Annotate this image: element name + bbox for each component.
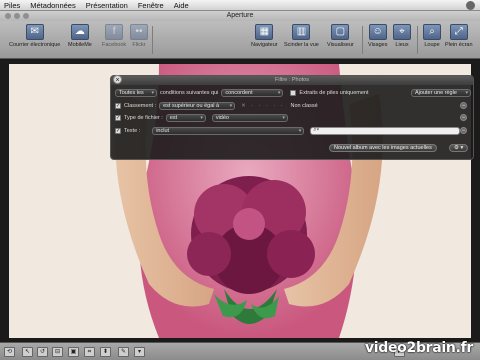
email-button[interactable]: ✉ Courrier électronique xyxy=(9,24,60,48)
conditions-label: conditions suivantes qui xyxy=(160,89,219,96)
toolbar-separator xyxy=(362,26,363,54)
facebook-icon: f xyxy=(105,24,124,40)
text-rule-row: ✓ Texte : inclut ⌕▾ − xyxy=(115,126,471,135)
stack-picks-label: Extraits de piles uniquement xyxy=(299,89,369,96)
places-label: Lieux xyxy=(395,42,409,48)
flickr-icon: •• xyxy=(130,24,148,40)
rotate-left-icon[interactable]: ↺ xyxy=(37,347,48,357)
fullscreen-button[interactable]: ⤢ Plein écran xyxy=(445,24,473,48)
fullscreen-icon: ⤢ xyxy=(449,24,468,40)
viewer-button[interactable]: ▢ Visualiseur xyxy=(327,24,354,48)
lift-stamp-icon[interactable]: ⬍ xyxy=(100,347,111,357)
straighten-icon[interactable]: ⊟ xyxy=(52,347,63,357)
loupe-icon: ⌕ xyxy=(423,24,441,40)
remove-rating-rule-icon[interactable]: − xyxy=(460,102,467,109)
facebook-label: Facebook xyxy=(102,42,127,48)
dropdown-icon[interactable]: ▾ xyxy=(134,347,145,357)
stack-picks-checkbox[interactable] xyxy=(290,89,297,96)
traffic-lights xyxy=(5,13,29,19)
spotlight-icon[interactable] xyxy=(466,1,475,10)
menu-presentation[interactable]: Présentation xyxy=(86,1,128,10)
browser-label: Navigateur xyxy=(251,42,278,48)
faces-label: Visages xyxy=(368,42,388,48)
browser-button[interactable]: ▦ Navigateur xyxy=(251,24,278,48)
rating-checkbox[interactable]: ✓ xyxy=(115,102,121,109)
facebook-button[interactable]: f Facebook xyxy=(102,24,126,48)
rotate-tool-icon[interactable]: ⟲ xyxy=(4,347,15,357)
new-album-button[interactable]: Nouvel album avec les images actuelles xyxy=(329,144,437,152)
toolbar-separator xyxy=(152,26,153,54)
add-rule-select[interactable]: Ajouter une règle xyxy=(411,88,471,97)
split-view-button[interactable]: ▥ Scinder la vue xyxy=(284,24,319,48)
brush-icon[interactable]: ✎ xyxy=(118,347,129,357)
filetype-checkbox[interactable]: ✓ xyxy=(115,114,121,121)
stack-icon[interactable]: ▣ xyxy=(68,347,79,357)
menu-aide[interactable]: Aide xyxy=(174,1,189,10)
filetype-label: Type de fichier : xyxy=(124,114,163,121)
flickr-label: Flickr xyxy=(132,42,146,48)
rating-value-text: Non classé xyxy=(290,102,318,109)
viewer-label: Visualiseur xyxy=(327,42,354,48)
browser-icon: ▦ xyxy=(255,24,274,40)
rating-operator-select[interactable]: est supérieur ou égal à xyxy=(159,101,236,110)
window-titlebar: Aperture xyxy=(0,11,480,21)
minimize-window-icon[interactable] xyxy=(14,13,20,19)
mail-icon: ✉ xyxy=(25,24,44,40)
places-button[interactable]: ⌖ Lieux xyxy=(393,24,411,48)
hud-titlebar: × Filtre : Photos xyxy=(111,75,473,85)
loupe-button[interactable]: ⌕ Loupe xyxy=(423,24,441,48)
hud-title: Filtre : Photos xyxy=(275,77,309,83)
close-window-icon[interactable] xyxy=(5,13,11,19)
email-label: Courrier électronique xyxy=(9,42,61,48)
crop-icon[interactable]: ⌗ xyxy=(84,347,95,357)
filetype-rule-row: ✓ Type de fichier : est vidéo − xyxy=(115,113,471,122)
mobileme-label: MobileMe xyxy=(68,42,92,48)
select-tool-icon[interactable]: ↖ xyxy=(22,347,33,357)
mobileme-icon: ☁ xyxy=(70,24,89,40)
close-icon[interactable]: × xyxy=(113,75,122,84)
menu-piles[interactable]: Piles xyxy=(4,1,20,10)
filetype-operator-select[interactable]: est xyxy=(165,113,206,122)
menu-bar: Piles Métadonnées Présentation Fenêtre A… xyxy=(0,0,480,11)
filter-hud: × Filtre : Photos Toutes les conditions … xyxy=(110,75,474,160)
match-scope-select[interactable]: Toutes les xyxy=(115,88,157,97)
loupe-label: Loupe xyxy=(424,42,440,48)
filetype-value-select[interactable]: vidéo xyxy=(211,113,288,122)
text-operator-select[interactable]: inclut xyxy=(152,126,305,135)
text-label: Texte : xyxy=(124,127,141,134)
menu-fenetre[interactable]: Fenêtre xyxy=(138,1,164,10)
fullscreen-label: Plein écran xyxy=(445,42,473,48)
split-view-label: Scinder la vue xyxy=(284,42,319,48)
toolbar-separator xyxy=(417,26,418,54)
rating-label: Classement : xyxy=(124,102,157,109)
places-icon: ⌖ xyxy=(393,24,411,40)
menu-metadonnees[interactable]: Métadonnées xyxy=(30,1,75,10)
match-row: Toutes les conditions suivantes qui conc… xyxy=(115,88,471,97)
text-search-field[interactable]: ⌕▾ xyxy=(310,126,461,135)
faces-button[interactable]: ☺ Visages xyxy=(368,24,387,48)
window-title: Aperture xyxy=(226,12,254,19)
remove-text-rule-icon[interactable]: − xyxy=(460,127,467,134)
faces-icon: ☺ xyxy=(368,24,387,40)
rating-stars-slider[interactable]: ✕ · · · · · xyxy=(241,103,284,109)
action-menu-button[interactable]: ⚙ ▾ xyxy=(449,144,469,152)
match-mode-select[interactable]: concordent xyxy=(221,88,284,97)
rating-rule-row: ✓ Classement : est supérieur ou égal à ✕… xyxy=(115,101,471,110)
zoom-window-icon[interactable] xyxy=(23,13,29,19)
viewer-icon: ▢ xyxy=(331,24,350,40)
watermark-text: video2brain.fr xyxy=(364,340,473,356)
flickr-button[interactable]: •• Flickr xyxy=(130,24,148,48)
split-view-icon: ▥ xyxy=(292,24,311,40)
search-icon: ⌕▾ xyxy=(313,126,320,133)
remove-filetype-rule-icon[interactable]: − xyxy=(460,114,467,121)
mobileme-button[interactable]: ☁ MobileMe xyxy=(68,24,92,48)
text-checkbox[interactable]: ✓ xyxy=(115,127,121,134)
toolbar: ✉ Courrier électronique ☁ MobileMe f Fac… xyxy=(0,21,480,59)
